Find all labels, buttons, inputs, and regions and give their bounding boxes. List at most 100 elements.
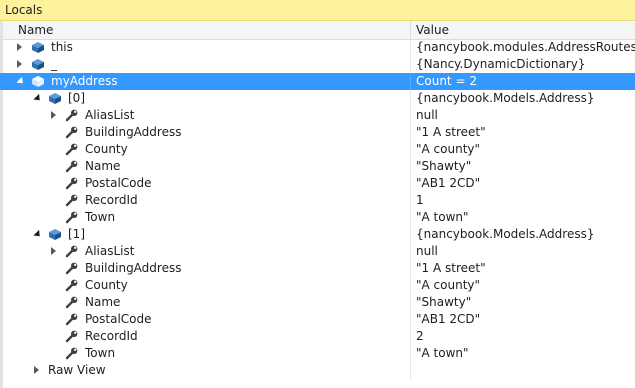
expand-arrow-icon[interactable] xyxy=(17,60,26,69)
tree-row[interactable]: [1] {nancybook.Models.Address} xyxy=(0,226,635,243)
variable-value[interactable]: "AB1 2CD" xyxy=(416,312,480,326)
triangle-right-icon xyxy=(51,247,56,255)
variable-name: BuildingAddress xyxy=(85,261,182,275)
variable-name: AliasList xyxy=(85,244,135,258)
variable-name: [0] xyxy=(68,91,85,105)
triangle-down-icon xyxy=(33,229,43,240)
collapse-arrow-icon[interactable] xyxy=(33,93,43,104)
locals-tree: this {nancybook.modules.AddressRoutes} _ {N… xyxy=(0,39,635,379)
tree-row[interactable]: [0] {nancybook.Models.Address} xyxy=(0,90,635,107)
collapse-arrow-icon[interactable] xyxy=(33,229,43,240)
column-divider[interactable] xyxy=(410,21,411,39)
triangle-right-icon xyxy=(17,43,22,51)
wrench-property-icon xyxy=(65,194,79,207)
variable-name: Town xyxy=(85,346,116,360)
variable-value[interactable]: {Nancy.DynamicDictionary} xyxy=(416,57,585,71)
expand-arrow-icon[interactable] xyxy=(51,111,60,120)
triangle-right-icon xyxy=(34,366,39,374)
tree-row[interactable]: Name "Shawty" xyxy=(0,294,635,311)
variable-value[interactable]: "A town" xyxy=(416,346,469,360)
variable-value[interactable]: {nancybook.Models.Address} xyxy=(416,227,594,241)
tree-row[interactable]: Raw View xyxy=(0,362,635,379)
variable-value[interactable]: "A county" xyxy=(416,278,480,292)
tree-row[interactable]: County "A county" xyxy=(0,277,635,294)
wrench-property-icon xyxy=(65,177,79,190)
column-divider xyxy=(410,192,411,209)
wrench-property-icon xyxy=(65,347,79,360)
wrench-property-icon xyxy=(65,330,79,343)
object-cube-icon xyxy=(31,41,45,54)
tree-row[interactable]: Town "A town" xyxy=(0,345,635,362)
tree-row[interactable]: this {nancybook.modules.AddressRoutes} xyxy=(0,39,635,56)
wrench-property-icon xyxy=(65,211,79,224)
tree-row[interactable]: AliasList null xyxy=(0,243,635,260)
wrench-property-icon xyxy=(65,313,79,326)
variable-value[interactable]: 2 xyxy=(416,329,424,343)
variable-name: Name xyxy=(85,159,121,173)
variable-value[interactable]: 1 xyxy=(416,193,424,207)
tree-row[interactable]: BuildingAddress "1 A street" xyxy=(0,124,635,141)
tree-row[interactable]: Town "A town" xyxy=(0,209,635,226)
variable-name: AliasList xyxy=(85,108,135,122)
wrench-property-icon xyxy=(65,160,79,173)
column-divider xyxy=(410,175,411,192)
variable-value[interactable]: "A town" xyxy=(416,210,469,224)
column-divider xyxy=(410,56,411,73)
variable-value[interactable]: {nancybook.Models.Address} xyxy=(416,91,594,105)
variable-value[interactable]: "1 A street" xyxy=(416,261,486,275)
tool-window-title-bar[interactable]: Locals xyxy=(0,0,635,21)
variable-name: [1] xyxy=(68,227,85,241)
column-header-name[interactable]: Name xyxy=(18,23,53,37)
tree-row[interactable]: Name "Shawty" xyxy=(0,158,635,175)
tree-row[interactable]: myAddress Count = 2 xyxy=(0,73,635,90)
variable-name: Raw View xyxy=(48,363,106,377)
variable-name: RecordId xyxy=(85,193,138,207)
wrench-property-icon xyxy=(65,245,79,258)
variable-value[interactable]: {nancybook.modules.AddressRoutes} xyxy=(416,40,635,54)
variable-value[interactable]: Count = 2 xyxy=(416,74,477,88)
object-cube-icon xyxy=(31,75,45,88)
variable-name: this xyxy=(51,40,73,54)
variable-value[interactable]: "A county" xyxy=(416,142,480,156)
column-divider xyxy=(410,243,411,260)
tree-row[interactable]: RecordId 2 xyxy=(0,328,635,345)
triangle-right-icon xyxy=(17,60,22,68)
column-divider xyxy=(410,294,411,311)
column-divider xyxy=(410,328,411,345)
variable-value[interactable]: "Shawty" xyxy=(416,159,471,173)
window-title: Locals xyxy=(5,3,43,17)
column-header-value[interactable]: Value xyxy=(416,23,449,37)
variable-name: Town xyxy=(85,210,116,224)
wrench-property-icon xyxy=(65,126,79,139)
tree-row[interactable]: County "A county" xyxy=(0,141,635,158)
tree-row[interactable]: PostalCode "AB1 2CD" xyxy=(0,311,635,328)
expand-arrow-icon[interactable] xyxy=(17,43,26,52)
variable-value[interactable]: "1 A street" xyxy=(416,125,486,139)
tree-row[interactable]: BuildingAddress "1 A street" xyxy=(0,260,635,277)
tree-row[interactable]: _ {Nancy.DynamicDictionary} xyxy=(0,56,635,73)
collapse-arrow-icon[interactable] xyxy=(16,76,26,87)
expand-arrow-icon[interactable] xyxy=(34,366,43,375)
wrench-property-icon xyxy=(65,143,79,156)
column-divider xyxy=(410,311,411,328)
column-divider xyxy=(410,141,411,158)
column-divider xyxy=(410,124,411,141)
object-cube-icon xyxy=(48,92,62,105)
tree-row[interactable]: PostalCode "AB1 2CD" xyxy=(0,175,635,192)
triangle-down-icon xyxy=(33,93,43,104)
tree-row[interactable]: RecordId 1 xyxy=(0,192,635,209)
variable-name: County xyxy=(85,278,128,292)
variable-value[interactable]: "AB1 2CD" xyxy=(416,176,480,190)
column-divider xyxy=(410,260,411,277)
variable-value[interactable]: null xyxy=(416,108,438,122)
tree-row[interactable]: AliasList null xyxy=(0,107,635,124)
wrench-property-icon xyxy=(65,262,79,275)
variable-name: Name xyxy=(85,295,121,309)
triangle-down-icon xyxy=(16,76,26,87)
column-divider xyxy=(410,39,411,56)
expand-arrow-icon[interactable] xyxy=(51,247,60,256)
variable-name: County xyxy=(85,142,128,156)
variable-value[interactable]: null xyxy=(416,244,438,258)
variable-name: BuildingAddress xyxy=(85,125,182,139)
variable-value[interactable]: "Shawty" xyxy=(416,295,471,309)
